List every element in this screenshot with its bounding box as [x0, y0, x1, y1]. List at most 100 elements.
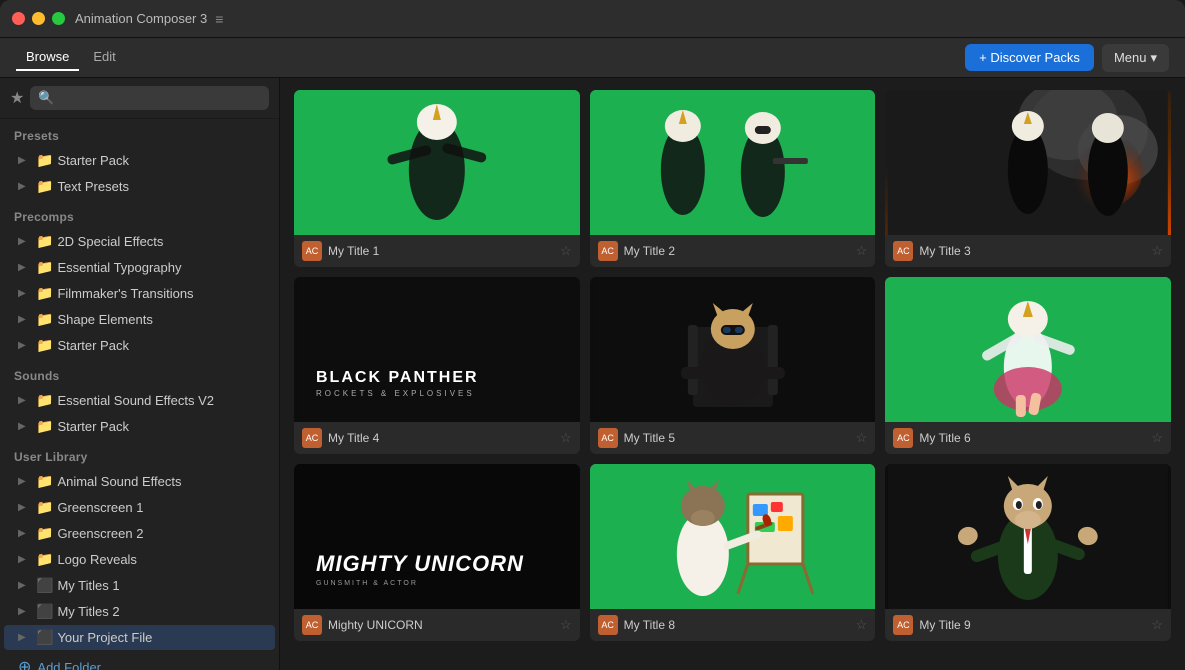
item-star-icon[interactable]: ☆ [856, 430, 868, 446]
folder-icon: 📁 [36, 178, 53, 195]
section-header-precomps: Precomps [0, 200, 279, 228]
chevron-icon: ▶ [18, 632, 32, 643]
item-star-icon[interactable]: ☆ [1151, 617, 1163, 633]
sidebar-item-label: Essential Typography [57, 260, 265, 275]
sidebar-item-starter-pack-3[interactable]: ▶ 📁 Starter Pack [4, 414, 275, 439]
sidebar-item-filmmakers-transitions[interactable]: ▶ 📁 Filmmaker's Transitions [4, 281, 275, 306]
item-type-icon: AC [893, 615, 913, 635]
chevron-icon: ▶ [18, 155, 32, 166]
grid-item-my-title-9[interactable]: AC My Title 9 ☆ [885, 464, 1171, 641]
thumbnail-my-title-1 [294, 90, 580, 235]
grid-item-my-title-6[interactable]: AC My Title 6 ☆ [885, 277, 1171, 454]
item-star-icon[interactable]: ☆ [1151, 243, 1163, 259]
grid-item-mighty-unicorn[interactable]: MIGHTY UNICORN GUNSMITH & ACTOR AC Might… [294, 464, 580, 641]
item-star-icon[interactable]: ☆ [560, 430, 572, 446]
chevron-icon: ▶ [18, 340, 32, 351]
item-footer-my-title-3: AC My Title 3 ☆ [885, 235, 1171, 267]
sidebar-item-essential-sound-effects[interactable]: ▶ 📁 Essential Sound Effects V2 [4, 388, 275, 413]
folder-icon: 📁 [36, 551, 53, 568]
sidebar-item-essential-typography[interactable]: ▶ 📁 Essential Typography [4, 255, 275, 280]
section-header-user-library: User Library [0, 440, 279, 468]
chevron-icon: ▶ [18, 288, 32, 299]
nav-tabs: Browse Edit [16, 44, 126, 71]
item-star-icon[interactable]: ☆ [856, 243, 868, 259]
grid-item-my-title-4[interactable]: BLACK PANTHER ROCKETS & EXPLOSIVES AC My… [294, 277, 580, 454]
titlebar: Animation Composer 3 ≡ [0, 0, 1185, 38]
app-title: Animation Composer 3 ≡ [75, 11, 223, 27]
thumbnail-my-title-4: BLACK PANTHER ROCKETS & EXPLOSIVES [294, 277, 580, 422]
minimize-button[interactable] [32, 12, 45, 25]
sidebar-item-animal-sound-effects[interactable]: ▶ 📁 Animal Sound Effects [4, 469, 275, 494]
sidebar-item-label: Filmmaker's Transitions [57, 286, 265, 301]
sidebar-item-your-project-file[interactable]: ▶ ⬛ Your Project File [4, 625, 275, 650]
chevron-icon: ▶ [18, 181, 32, 192]
item-star-icon[interactable]: ☆ [560, 243, 572, 259]
sidebar-item-label: 2D Special Effects [57, 234, 265, 249]
sidebar-item-starter-pack-2[interactable]: ▶ 📁 Starter Pack [4, 333, 275, 358]
close-button[interactable] [12, 12, 25, 25]
maximize-button[interactable] [52, 12, 65, 25]
item-name-label: My Title 4 [328, 431, 554, 445]
tab-edit[interactable]: Edit [83, 44, 125, 71]
item-name-label: My Title 6 [919, 431, 1145, 445]
item-star-icon[interactable]: ☆ [856, 617, 868, 633]
special-icon: ⬛ [36, 603, 53, 620]
grid-item-my-title-8[interactable]: AC My Title 8 ☆ [590, 464, 876, 641]
special-icon: ⬛ [36, 577, 53, 594]
item-footer-my-title-9: AC My Title 9 ☆ [885, 609, 1171, 641]
add-folder-button[interactable]: ⊕ Add Folder [4, 651, 275, 670]
item-star-icon[interactable]: ☆ [1151, 430, 1163, 446]
item-footer-my-title-8: AC My Title 8 ☆ [590, 609, 876, 641]
search-input-wrap: 🔍 [30, 86, 269, 110]
sidebar-item-logo-reveals[interactable]: ▶ 📁 Logo Reveals [4, 547, 275, 572]
content-area: AC My Title 1 ☆ [280, 78, 1185, 670]
sidebar-item-text-presets[interactable]: ▶ 📁 Text Presets [4, 174, 275, 199]
discover-packs-button[interactable]: + Discover Packs [965, 44, 1094, 71]
item-name-label: My Title 1 [328, 244, 554, 258]
search-input[interactable] [61, 91, 261, 106]
grid-item-my-title-2[interactable]: AC My Title 2 ☆ [590, 90, 876, 267]
item-footer-my-title-4: AC My Title 4 ☆ [294, 422, 580, 454]
sidebar-item-label: Starter Pack [57, 338, 265, 353]
sidebar-item-2d-special-effects[interactable]: ▶ 📁 2D Special Effects [4, 229, 275, 254]
folder-icon: 📁 [36, 418, 53, 435]
grid-item-my-title-5[interactable]: AC My Title 5 ☆ [590, 277, 876, 454]
sidebar-item-label: Your Project File [57, 630, 265, 645]
grid-item-my-title-3[interactable]: AC My Title 3 ☆ [885, 90, 1171, 267]
sidebar-item-greenscreen-1[interactable]: ▶ 📁 Greenscreen 1 [4, 495, 275, 520]
nav-bar: Browse Edit + Discover Packs Menu ▾ [0, 38, 1185, 78]
section-header-presets: Presets [0, 119, 279, 147]
folder-icon: 📁 [36, 337, 53, 354]
folder-icon: 📁 [36, 259, 53, 276]
chevron-icon: ▶ [18, 395, 32, 406]
sidebar-item-label: Greenscreen 1 [57, 500, 265, 515]
item-name-label: My Title 3 [919, 244, 1145, 258]
tab-browse[interactable]: Browse [16, 44, 79, 71]
folder-icon: 📁 [36, 152, 53, 169]
sidebar-item-my-titles-2[interactable]: ▶ ⬛ My Titles 2 [4, 599, 275, 624]
sidebar-item-label: Essential Sound Effects V2 [57, 393, 265, 408]
section-header-sounds: Sounds [0, 359, 279, 387]
hamburger-icon[interactable]: ≡ [215, 11, 223, 27]
item-type-icon: AC [893, 241, 913, 261]
folder-icon: 📁 [36, 473, 53, 490]
folder-icon: 📁 [36, 311, 53, 328]
item-name-label: My Title 5 [624, 431, 850, 445]
sidebar-item-label: Shape Elements [57, 312, 265, 327]
menu-button[interactable]: Menu ▾ [1102, 44, 1169, 72]
chevron-icon: ▶ [18, 580, 32, 591]
sidebar-item-shape-elements[interactable]: ▶ 📁 Shape Elements [4, 307, 275, 332]
sidebar-item-my-titles-1[interactable]: ▶ ⬛ My Titles 1 [4, 573, 275, 598]
sidebar: ★ 🔍 Presets ▶ 📁 Starter Pack ▶ 📁 Text Pr… [0, 78, 280, 670]
app-name-label: Animation Composer 3 [75, 11, 207, 26]
grid-item-my-title-1[interactable]: AC My Title 1 ☆ [294, 90, 580, 267]
chevron-icon: ▶ [18, 476, 32, 487]
sidebar-item-starter-pack-1[interactable]: ▶ 📁 Starter Pack [4, 148, 275, 173]
add-folder-icon: ⊕ [18, 657, 31, 670]
favorites-star-icon[interactable]: ★ [10, 88, 24, 108]
item-type-icon: AC [302, 428, 322, 448]
item-star-icon[interactable]: ☆ [560, 617, 572, 633]
sidebar-item-label: My Titles 1 [57, 578, 265, 593]
sidebar-item-label: Starter Pack [57, 419, 265, 434]
sidebar-item-greenscreen-2[interactable]: ▶ 📁 Greenscreen 2 [4, 521, 275, 546]
